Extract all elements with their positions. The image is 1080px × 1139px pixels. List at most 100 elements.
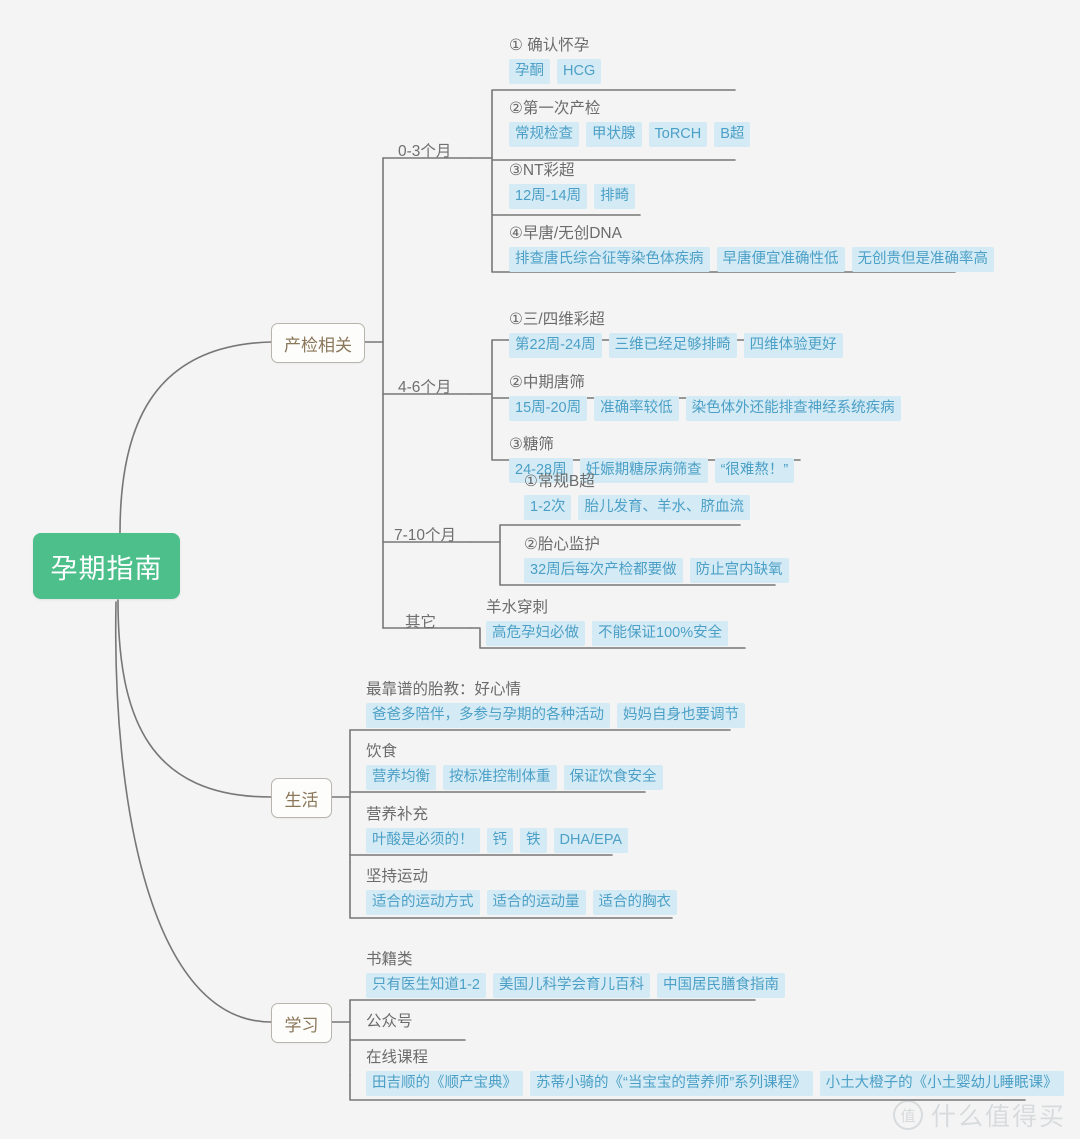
leaf-title: ④早唐/无创DNA bbox=[509, 225, 622, 242]
leaf-node[interactable]: ②中期唐筛 15周-20周 准确率较低 染色体外还能排查神经系统疾病 bbox=[509, 373, 901, 421]
tag[interactable]: 适合的运动量 bbox=[486, 890, 586, 915]
tag[interactable]: 高危孕妇必做 bbox=[486, 621, 585, 646]
tag[interactable]: 孕酮 bbox=[509, 59, 550, 84]
branch-node-life[interactable]: 生活 bbox=[271, 778, 332, 818]
leaf-tags: 爸爸多陪伴，多参与孕期的各种活动 妈妈自身也要调节 bbox=[366, 703, 745, 728]
leaf-title: ②第一次产检 bbox=[509, 100, 601, 117]
leaf-tags: 叶酸是必须的！ 钙 铁 DHA/EPA bbox=[366, 828, 629, 853]
tag[interactable]: 32周后每次产检都要做 bbox=[524, 558, 683, 583]
leaf-node[interactable]: 在线课程 田吉顺的《顺产宝典》 苏蒂小骑的《“当宝宝的营养师”系列课程》 小土大… bbox=[366, 1048, 1064, 1096]
leaf-tags: 15周-20周 准确率较低 染色体外还能排查神经系统疾病 bbox=[509, 396, 901, 421]
tag[interactable]: 排查唐氏综合征等染色体疾病 bbox=[509, 247, 710, 272]
tag[interactable]: 小土大橙子的《小土婴幼儿睡眠课》 bbox=[819, 1071, 1064, 1096]
leaf-tags: 排查唐氏综合征等染色体疾病 早唐便宜准确性低 无创贵但是准确率高 bbox=[509, 247, 994, 272]
leaf-tags: 12周-14周 排畸 bbox=[509, 184, 636, 209]
leaf-node[interactable]: ②第一次产检 常规检查 甲状腺 ToRCH B超 bbox=[509, 99, 751, 147]
tag[interactable]: 钙 bbox=[486, 828, 513, 853]
tag[interactable]: B超 bbox=[714, 122, 751, 147]
leaf-title: ②中期唐筛 bbox=[509, 374, 585, 391]
leaf-tags: 只有医生知道1-2 美国儿科学会育儿百科 中国居民膳食指南 bbox=[366, 973, 785, 998]
leaf-node[interactable]: ③NT彩超 12周-14周 排畸 bbox=[509, 161, 636, 209]
leaf-node[interactable]: ①常规B超 1-2次 胎儿发育、羊水、脐血流 bbox=[524, 472, 750, 520]
root-label: 孕期指南 bbox=[50, 553, 163, 584]
branch-node-prenatal[interactable]: 产检相关 bbox=[271, 323, 365, 363]
leaf-tags: 孕酮 HCG bbox=[509, 59, 602, 84]
tag[interactable]: 三维已经足够排畸 bbox=[608, 333, 737, 358]
leaf-node[interactable]: 坚持运动 适合的运动方式 适合的运动量 适合的胸衣 bbox=[366, 867, 677, 915]
tag[interactable]: 胎儿发育、羊水、脐血流 bbox=[578, 495, 750, 520]
tag[interactable]: 常规检查 bbox=[509, 122, 579, 147]
group-label-0-3-months[interactable]: 0-3个月 bbox=[398, 139, 451, 161]
leaf-title: 饮食 bbox=[366, 743, 398, 760]
tag[interactable]: 防止宫内缺氧 bbox=[689, 558, 789, 583]
leaf-title: 书籍类 bbox=[366, 951, 413, 968]
tag[interactable]: HCG bbox=[557, 59, 602, 84]
tag[interactable]: 只有医生知道1-2 bbox=[366, 973, 486, 998]
tag[interactable]: 美国儿科学会育儿百科 bbox=[492, 973, 650, 998]
leaf-tags: 1-2次 胎儿发育、羊水、脐血流 bbox=[524, 495, 750, 520]
leaf-title: 公众号 bbox=[366, 1013, 413, 1030]
leaf-title: 在线课程 bbox=[366, 1049, 429, 1066]
group-label-7-10-months[interactable]: 7-10个月 bbox=[394, 523, 456, 545]
mindmap-canvas: 孕期指南 产检相关 生活 学习 0-3个月 4-6个月 7-10个月 其它 ① … bbox=[0, 0, 1080, 1139]
tag[interactable]: 1-2次 bbox=[524, 495, 572, 520]
tag[interactable]: 中国居民膳食指南 bbox=[656, 973, 785, 998]
tag[interactable]: 无创贵但是准确率高 bbox=[851, 247, 994, 272]
leaf-node[interactable]: 书籍类 只有医生知道1-2 美国儿科学会育儿百科 中国居民膳食指南 bbox=[366, 950, 785, 998]
branch-node-study[interactable]: 学习 bbox=[271, 1003, 332, 1043]
leaf-title: ②胎心监护 bbox=[524, 536, 600, 553]
leaf-title: 羊水穿刺 bbox=[486, 599, 549, 616]
root-node[interactable]: 孕期指南 bbox=[33, 533, 180, 599]
tag[interactable]: 保证饮食安全 bbox=[563, 765, 663, 790]
leaf-title: 最靠谱的胎教：好心情 bbox=[366, 681, 522, 698]
tag[interactable]: 按标准控制体重 bbox=[443, 765, 557, 790]
leaf-node[interactable]: ②胎心监护 32周后每次产检都要做 防止宫内缺氧 bbox=[524, 535, 789, 583]
tag[interactable]: 12周-14周 bbox=[509, 184, 588, 209]
tag[interactable]: 早唐便宜准确性低 bbox=[716, 247, 845, 272]
watermark-badge-icon: 值 bbox=[892, 1100, 923, 1130]
branch-label: 学习 bbox=[284, 1015, 319, 1035]
leaf-node[interactable]: 最靠谱的胎教：好心情 爸爸多陪伴，多参与孕期的各种活动 妈妈自身也要调节 bbox=[366, 680, 745, 728]
tag[interactable]: 苏蒂小骑的《“当宝宝的营养师”系列课程》 bbox=[530, 1071, 813, 1096]
leaf-node[interactable]: 营养补充 叶酸是必须的！ 钙 铁 DHA/EPA bbox=[366, 805, 629, 853]
branch-label: 生活 bbox=[284, 790, 319, 810]
leaf-tags: 高危孕妇必做 不能保证100%安全 bbox=[486, 621, 729, 646]
tag[interactable]: 爸爸多陪伴，多参与孕期的各种活动 bbox=[366, 703, 610, 728]
tag[interactable]: 排畸 bbox=[594, 184, 636, 209]
group-label-other[interactable]: 其它 bbox=[405, 610, 436, 632]
leaf-node[interactable]: ①三/四维彩超 第22周-24周 三维已经足够排畸 四维体验更好 bbox=[509, 310, 843, 358]
tag[interactable]: 准确率较低 bbox=[594, 396, 679, 421]
leaf-tags: 田吉顺的《顺产宝典》 苏蒂小骑的《“当宝宝的营养师”系列课程》 小土大橙子的《小… bbox=[366, 1071, 1064, 1096]
tag[interactable]: 适合的胸衣 bbox=[592, 890, 677, 915]
leaf-title: ③糖筛 bbox=[509, 436, 554, 453]
leaf-title: ①常规B超 bbox=[524, 473, 595, 490]
leaf-title: ① 确认怀孕 bbox=[509, 37, 590, 54]
leaf-tags: 营养均衡 按标准控制体重 保证饮食安全 bbox=[366, 765, 663, 790]
tag[interactable]: ToRCH bbox=[648, 122, 708, 147]
leaf-tags: 常规检查 甲状腺 ToRCH B超 bbox=[509, 122, 751, 147]
tag[interactable]: 四维体验更好 bbox=[743, 333, 843, 358]
tag[interactable]: 15周-20周 bbox=[509, 396, 588, 421]
leaf-tags: 第22周-24周 三维已经足够排畸 四维体验更好 bbox=[509, 333, 843, 358]
tag[interactable]: 染色体外还能排查神经系统疾病 bbox=[685, 396, 901, 421]
group-label-4-6-months[interactable]: 4-6个月 bbox=[398, 375, 451, 397]
leaf-title: ①三/四维彩超 bbox=[509, 311, 605, 328]
tag[interactable]: 田吉顺的《顺产宝典》 bbox=[366, 1071, 523, 1096]
watermark-text: 什么值得买 bbox=[930, 1103, 1066, 1131]
tag[interactable]: 营养均衡 bbox=[366, 765, 436, 790]
leaf-node[interactable]: ① 确认怀孕 孕酮 HCG bbox=[509, 36, 602, 84]
tag[interactable]: 铁 bbox=[520, 828, 547, 853]
tag[interactable]: DHA/EPA bbox=[553, 828, 629, 853]
leaf-node[interactable]: 饮食 营养均衡 按标准控制体重 保证饮食安全 bbox=[366, 742, 663, 790]
tag[interactable]: 不能保证100%安全 bbox=[592, 621, 729, 646]
watermark: 值 什么值得买 bbox=[892, 1097, 1066, 1133]
leaf-node[interactable]: 公众号 bbox=[366, 1012, 413, 1032]
tag[interactable]: 叶酸是必须的！ bbox=[366, 828, 480, 853]
leaf-node[interactable]: 羊水穿刺 高危孕妇必做 不能保证100%安全 bbox=[486, 598, 729, 646]
tag[interactable]: 适合的运动方式 bbox=[366, 890, 480, 915]
leaf-tags: 适合的运动方式 适合的运动量 适合的胸衣 bbox=[366, 890, 677, 915]
tag[interactable]: 甲状腺 bbox=[586, 122, 642, 147]
tag[interactable]: 第22周-24周 bbox=[509, 333, 602, 358]
leaf-node[interactable]: ④早唐/无创DNA 排查唐氏综合征等染色体疾病 早唐便宜准确性低 无创贵但是准确… bbox=[509, 224, 994, 272]
tag[interactable]: 妈妈自身也要调节 bbox=[617, 703, 745, 728]
